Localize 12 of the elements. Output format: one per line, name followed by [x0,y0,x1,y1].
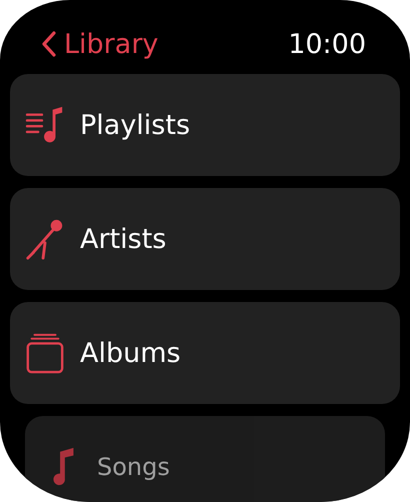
menu-item[interactable]: Artists [10,188,400,290]
clock-time: 10:00 [288,28,366,60]
item-label: Songs [97,453,170,481]
menu-item[interactable]: Albums [10,302,400,404]
back-chevron-icon [42,31,56,57]
item-label: Artists [80,224,166,254]
album-stack-icon [24,332,66,374]
back-button[interactable]: Library [42,28,158,60]
item-label: Albums [80,338,181,368]
menu-item[interactable]: Songs [25,416,385,502]
item-label: Playlists [80,110,190,140]
menu-item[interactable]: Playlists [10,74,400,176]
